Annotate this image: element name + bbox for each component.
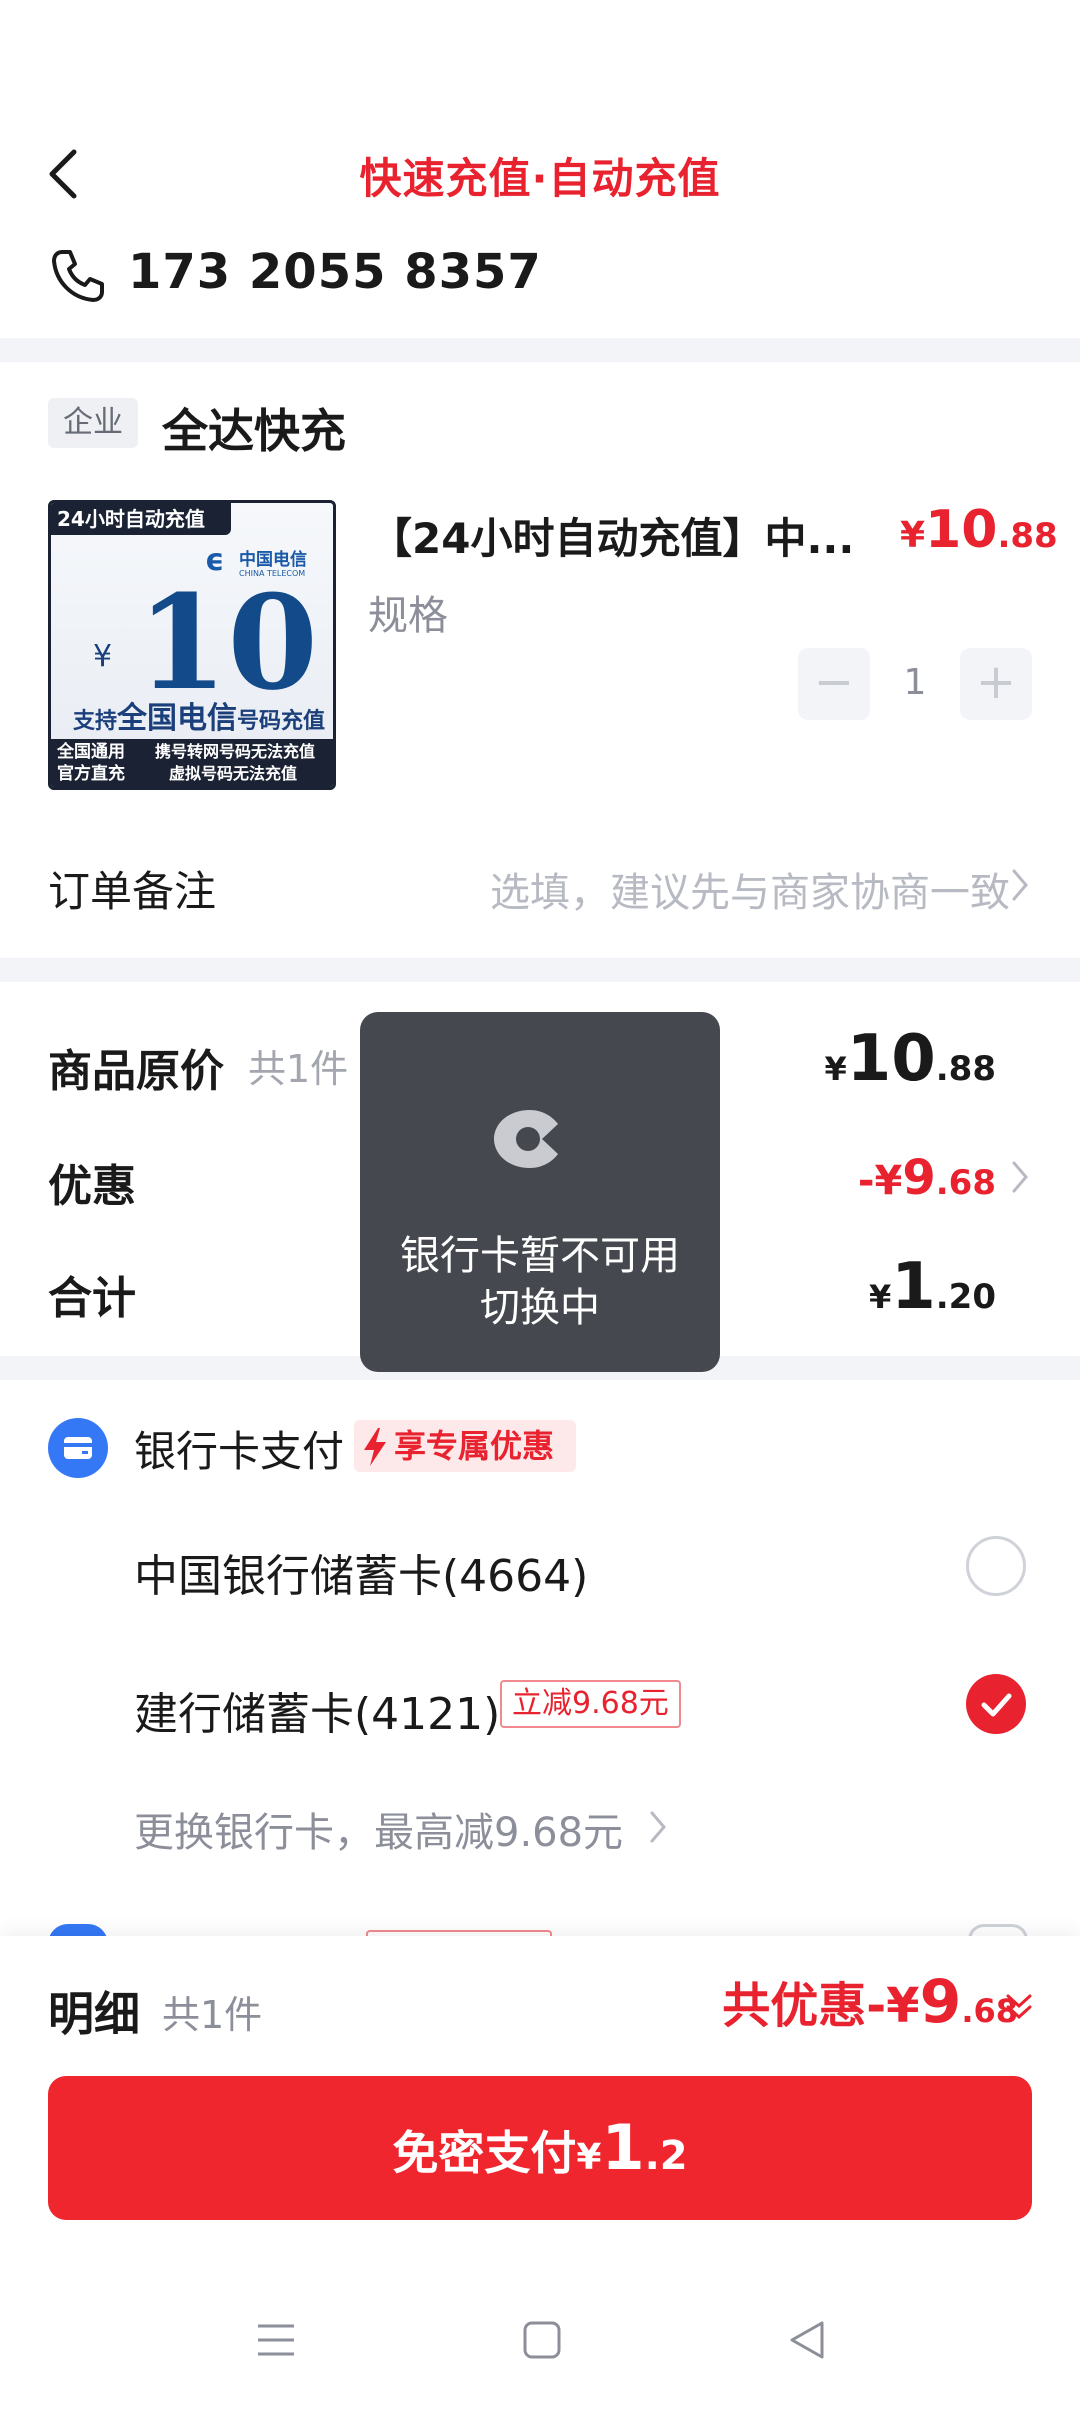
image-support-text: 支持全国电信号码充值: [73, 701, 326, 736]
bank-card-icon: [48, 1418, 108, 1478]
discount-tag: 立减9.68元: [500, 1680, 681, 1728]
menu-icon[interactable]: [254, 2318, 298, 2362]
product-image[interactable]: 24小时自动充值 ϵ 中国电信 CHINA TELECOM ¥ 10 支持全国电…: [48, 500, 336, 790]
detail-count: 共1件: [162, 1993, 263, 2037]
home-icon[interactable]: [520, 2318, 564, 2362]
discount-value[interactable]: -¥9.68: [858, 1150, 996, 1206]
password-free-pay-button[interactable]: 免密支付¥1.2: [48, 2076, 1032, 2220]
quantity-increase-button[interactable]: +: [960, 648, 1032, 720]
chevron-right-icon: [650, 1811, 666, 1843]
back-triangle-icon[interactable]: [786, 2318, 830, 2362]
store-name[interactable]: 全达快充: [162, 395, 346, 461]
bank-card-payment-title[interactable]: 银行卡支付: [134, 1418, 344, 1479]
checkmark-icon[interactable]: [966, 1674, 1026, 1734]
change-bank-card-link[interactable]: 更换银行卡，最高减9.68元: [134, 1800, 623, 1858]
original-price-value: ¥10.88: [824, 1022, 996, 1096]
total-value: ¥1.20: [868, 1250, 996, 1324]
original-price-count: 共1件: [248, 1047, 349, 1091]
toast-line-2: 切换中: [480, 1285, 600, 1331]
toast-message: 银行卡暂不可用 切换中: [360, 1012, 720, 1372]
exclusive-offer-tag: 享专属优惠: [354, 1420, 576, 1472]
order-remark-input[interactable]: 选填，建议先与商家协商一致: [490, 860, 1010, 918]
detail-label[interactable]: 明细: [48, 1978, 140, 2044]
section-divider: [0, 958, 1080, 982]
total-discount[interactable]: 共优惠-¥9.68: [722, 1966, 1018, 2037]
section-divider: [0, 338, 1080, 362]
lightning-icon: [364, 1428, 386, 1466]
product-title[interactable]: 【24小时自动充值】中...: [370, 505, 870, 566]
image-bottom-bar: 全国通用 官方直充 携号转网号码无法充值 虚拟号码无法充值: [51, 739, 333, 787]
bank-card-option[interactable]: 建行储蓄卡(4121): [134, 1678, 500, 1742]
loading-icon: [494, 1110, 558, 1168]
product-spec-label[interactable]: 规格: [368, 583, 448, 641]
image-face-value: 10: [137, 566, 318, 719]
chevron-right-icon: [1012, 1161, 1028, 1193]
double-chevron-down-icon[interactable]: [1002, 1990, 1036, 2024]
toast-line-1: 银行卡暂不可用: [400, 1233, 680, 1279]
phone-icon: [52, 250, 104, 302]
original-price-label: 商品原价: [48, 1046, 224, 1097]
chevron-right-icon: [1012, 869, 1028, 901]
quantity-value: 1: [903, 662, 927, 703]
quantity-decrease-button[interactable]: −: [798, 648, 870, 720]
image-currency: ¥: [93, 639, 113, 674]
phone-number: 173 2055 8357: [128, 244, 542, 300]
bank-card-option[interactable]: 中国银行储蓄卡(4664): [134, 1540, 588, 1604]
image-banner: 24小时自动充值: [51, 503, 231, 535]
page-title: 快速充值·自动充值: [359, 154, 721, 203]
product-price: ¥10.88: [900, 500, 1058, 560]
total-label: 合计: [48, 1273, 136, 1324]
radio-icon[interactable]: [966, 1536, 1026, 1596]
discount-label: 优惠: [48, 1161, 136, 1212]
order-remark-label: 订单备注: [48, 867, 217, 916]
store-type-badge: 企业: [48, 398, 138, 448]
